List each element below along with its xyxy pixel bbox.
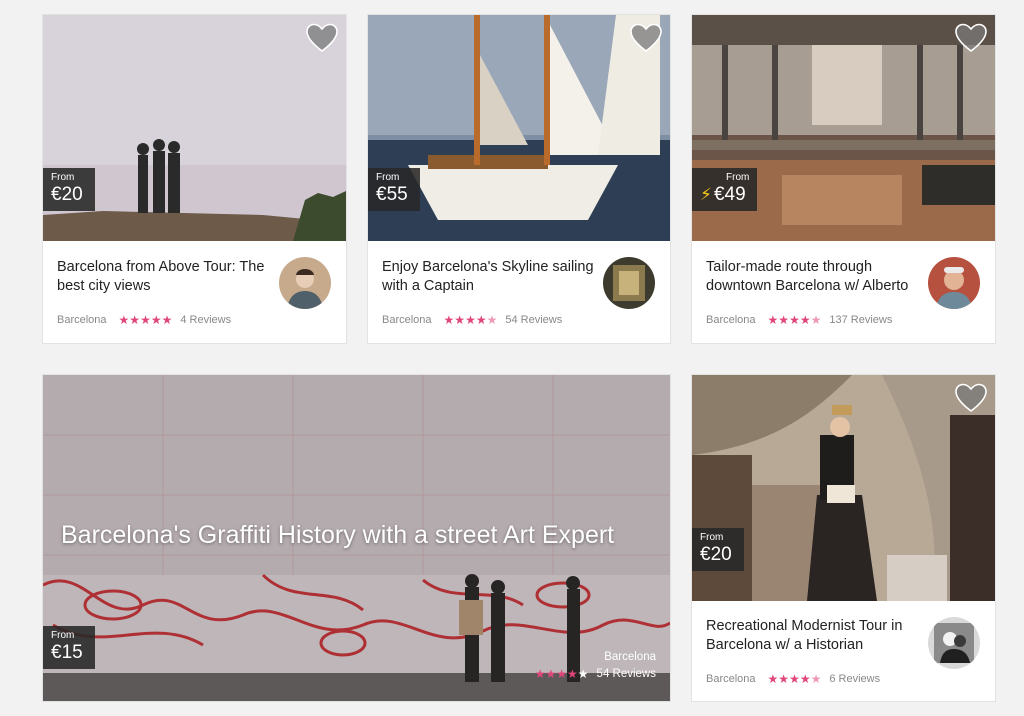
favorite-button[interactable] bbox=[955, 383, 987, 413]
price-from-label: From bbox=[51, 630, 75, 641]
city-label: Barcelona bbox=[706, 314, 756, 326]
rating-stars: ★★★★★ bbox=[444, 313, 498, 327]
price-amount: €55 bbox=[376, 184, 408, 205]
favorite-button[interactable] bbox=[630, 23, 662, 53]
price-tag: From €55 bbox=[368, 168, 420, 211]
reviews-count[interactable]: 6 Reviews bbox=[829, 673, 880, 685]
heart-icon bbox=[630, 23, 662, 53]
experience-card[interactable]: From €20 Recreational Modernist Tour in … bbox=[692, 375, 995, 701]
experience-meta: Barcelona ★★★★★ 6 Reviews bbox=[706, 672, 880, 686]
experience-title[interactable]: Recreational Modernist Tour in Barcelona… bbox=[706, 617, 921, 655]
half-star: ★ bbox=[810, 672, 822, 686]
heart-icon bbox=[306, 23, 338, 53]
full-stars: ★★★★ bbox=[767, 313, 811, 327]
price-value: €49 bbox=[713, 184, 746, 205]
host-photo bbox=[279, 257, 331, 309]
experience-title[interactable]: Barcelona's Graffiti History with a stre… bbox=[61, 521, 614, 550]
full-stars: ★★★★ bbox=[443, 313, 487, 327]
experience-card[interactable]: From €55 Enjoy Barcelona's Skyline saili… bbox=[368, 15, 670, 343]
price-amount: €20 bbox=[51, 184, 83, 205]
half-star: ★ bbox=[577, 667, 589, 681]
price-tag: From €20 bbox=[692, 528, 744, 571]
host-avatar[interactable] bbox=[928, 257, 980, 309]
reviews-count[interactable]: 4 Reviews bbox=[180, 314, 231, 326]
price-tag: From ⚡ €49 bbox=[692, 168, 758, 211]
experience-meta: Barcelona ★★★★★ 4 Reviews bbox=[57, 313, 231, 327]
rating-stars: ★★★★★ bbox=[535, 667, 589, 681]
full-stars: ★★★★ bbox=[767, 672, 811, 686]
price-from-label: From bbox=[376, 172, 400, 183]
experience-meta: Barcelona ★★★★★ 54 Reviews bbox=[382, 313, 562, 327]
price-amount: €20 bbox=[700, 544, 732, 565]
host-avatar[interactable] bbox=[603, 257, 655, 309]
experience-title[interactable]: Barcelona from Above Tour: The best city… bbox=[57, 258, 272, 296]
experience-meta: ★★★★★ 54 Reviews bbox=[535, 667, 656, 681]
experience-title[interactable]: Enjoy Barcelona's Skyline sailing with a… bbox=[382, 258, 597, 296]
host-photo bbox=[928, 257, 980, 309]
full-stars: ★★★★ bbox=[534, 667, 578, 681]
host-photo bbox=[928, 617, 980, 669]
experience-card[interactable]: From ⚡ €49 Tailor-made route through down… bbox=[692, 15, 995, 343]
host-photo bbox=[603, 257, 655, 309]
price-from-label: From bbox=[726, 172, 750, 183]
experience-card[interactable]: From €20 Barcelona from Above Tour: The … bbox=[43, 15, 346, 343]
experience-meta: Barcelona ★★★★★ 137 Reviews bbox=[706, 313, 892, 327]
half-star: ★ bbox=[486, 313, 498, 327]
favorite-button[interactable] bbox=[955, 23, 987, 53]
favorite-button[interactable] bbox=[306, 23, 338, 53]
rating-stars: ★★★★★ bbox=[768, 313, 822, 327]
price-tag: From €20 bbox=[43, 168, 95, 211]
reviews-count[interactable]: 54 Reviews bbox=[505, 314, 562, 326]
city-label: Barcelona bbox=[57, 314, 107, 326]
experience-title[interactable]: Tailor-made route through downtown Barce… bbox=[706, 258, 921, 296]
half-star: ★ bbox=[810, 313, 822, 327]
price-from-label: From bbox=[700, 532, 724, 543]
price-amount: €15 bbox=[51, 642, 83, 663]
rating-stars: ★★★★★ bbox=[119, 313, 173, 327]
heart-icon bbox=[955, 23, 987, 53]
host-avatar[interactable] bbox=[928, 617, 980, 669]
city-label: Barcelona bbox=[382, 314, 432, 326]
lightning-icon: ⚡ bbox=[700, 185, 712, 204]
rating-stars: ★★★★★ bbox=[768, 672, 822, 686]
reviews-count[interactable]: 137 Reviews bbox=[829, 314, 892, 326]
heart-icon bbox=[955, 383, 987, 413]
price-amount: ⚡ €49 bbox=[700, 184, 749, 206]
reviews-count[interactable]: 54 Reviews bbox=[597, 668, 656, 680]
full-stars: ★★★★★ bbox=[118, 313, 173, 327]
price-tag: From €15 bbox=[43, 626, 95, 669]
city-label: Barcelona bbox=[706, 673, 756, 685]
price-from-label: From bbox=[51, 172, 75, 183]
featured-experience-card[interactable]: Barcelona's Graffiti History with a stre… bbox=[43, 375, 670, 701]
city-label: Barcelona bbox=[604, 651, 656, 663]
host-avatar[interactable] bbox=[279, 257, 331, 309]
